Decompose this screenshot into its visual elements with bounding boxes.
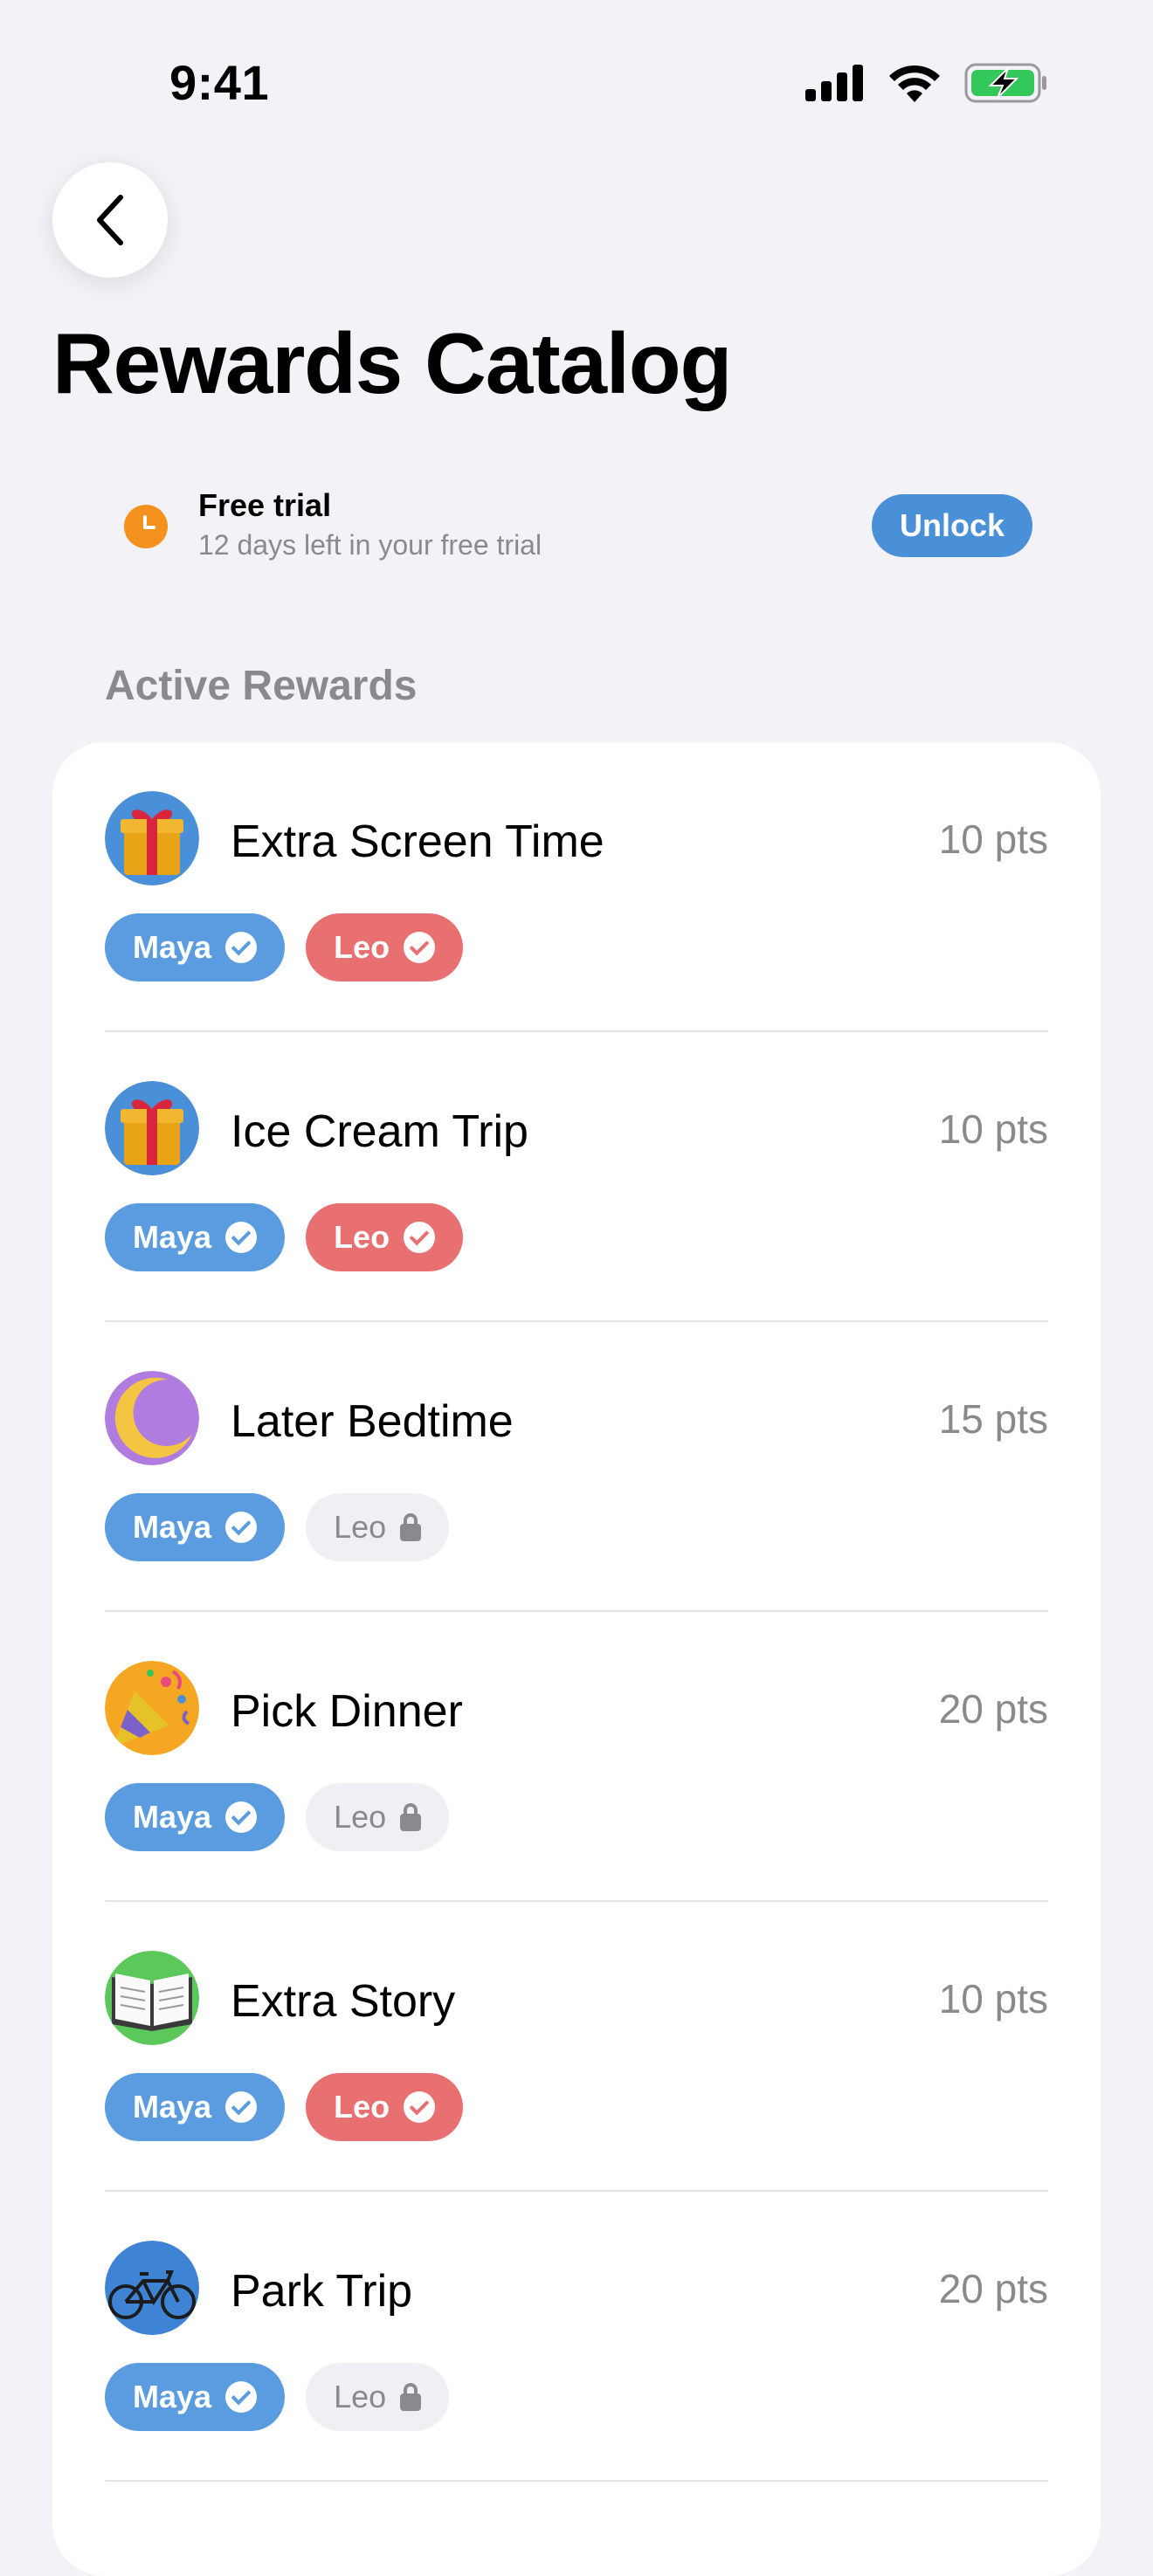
reward-points: 10 pts xyxy=(938,816,1048,862)
cellular-signal-icon xyxy=(805,65,863,101)
status-bar: 9:41 xyxy=(0,0,1153,166)
checkmark-icon xyxy=(225,1222,258,1253)
reward-row[interactable]: Extra Story 10 pts Maya Leo xyxy=(52,1902,1101,2192)
kid-chip-leo[interactable]: Leo xyxy=(306,913,464,981)
chevron-left-icon xyxy=(97,195,123,245)
unlock-button[interactable]: Unlock xyxy=(872,494,1032,557)
kid-name: Maya xyxy=(133,1219,212,1255)
reward-row[interactable]: Park Trip 20 pts Maya Leo xyxy=(52,2192,1101,2482)
wifi-icon xyxy=(889,65,940,102)
reward-points: 20 pts xyxy=(938,1686,1048,1732)
kid-name: Leo xyxy=(334,1509,387,1545)
reward-points: 10 pts xyxy=(938,1976,1048,2022)
kid-chip-leo[interactable]: Leo xyxy=(306,1203,464,1271)
reward-title: Ice Cream Trip xyxy=(231,1106,528,1157)
checkmark-icon xyxy=(404,1222,436,1253)
reward-row[interactable]: Ice Cream Trip 10 pts Maya Leo xyxy=(52,1032,1101,1322)
reward-row[interactable]: Extra Screen Time 10 pts Maya Leo xyxy=(52,742,1101,1032)
reward-points: 10 pts xyxy=(938,1106,1048,1152)
kid-name: Leo xyxy=(334,2379,387,2414)
reward-row[interactable]: Pick Dinner 20 pts Maya Leo xyxy=(52,1612,1101,1902)
clock-icon xyxy=(124,505,168,548)
status-time: 9:41 xyxy=(169,55,270,110)
kid-name: Maya xyxy=(133,2089,212,2125)
kid-chip-leo[interactable]: Leo xyxy=(306,2363,450,2431)
kid-chip-leo[interactable]: Leo xyxy=(306,2073,464,2141)
kid-name: Maya xyxy=(133,1509,212,1545)
kid-chip-maya[interactable]: Maya xyxy=(105,1493,286,1561)
reward-title: Pick Dinner xyxy=(231,1686,463,1737)
battery-charging-icon xyxy=(964,63,1046,103)
book-icon xyxy=(105,1951,199,2045)
checkmark-icon xyxy=(225,2381,258,2413)
kid-name: Leo xyxy=(334,1799,387,1835)
reward-title: Park Trip xyxy=(231,2266,413,2317)
checkmark-icon xyxy=(225,2091,258,2123)
trial-title: Free trial xyxy=(198,487,332,523)
lock-icon xyxy=(400,1803,422,1831)
checkmark-icon xyxy=(225,1512,258,1543)
kid-name: Maya xyxy=(133,1799,212,1835)
reward-row[interactable]: Later Bedtime 15 pts Maya Leo xyxy=(52,1322,1101,1612)
reward-points: 15 pts xyxy=(938,1396,1048,1442)
kid-name: Leo xyxy=(334,2089,390,2125)
back-button[interactable] xyxy=(52,162,168,278)
party-popper-icon xyxy=(105,1661,199,1755)
kid-chip-maya[interactable]: Maya xyxy=(105,913,286,981)
status-icons xyxy=(805,63,1048,103)
trial-subtitle: 12 days left in your free trial xyxy=(198,529,542,561)
kid-name: Leo xyxy=(334,929,390,965)
reward-points: 20 pts xyxy=(938,2266,1048,2311)
kid-chip-maya[interactable]: Maya xyxy=(105,1783,286,1851)
rewards-list: Extra Screen Time 10 pts Maya Leo Ice Cr… xyxy=(52,742,1101,2576)
lock-icon xyxy=(400,2383,422,2411)
checkmark-icon xyxy=(225,1801,258,1833)
checkmark-icon xyxy=(225,932,258,963)
checkmark-icon xyxy=(404,2091,436,2123)
gift-icon xyxy=(105,791,199,885)
kid-name: Maya xyxy=(133,2379,212,2414)
reward-title: Later Bedtime xyxy=(231,1396,514,1447)
lock-icon xyxy=(400,1513,422,1541)
kid-name: Maya xyxy=(133,929,212,965)
divider xyxy=(105,2480,1048,2482)
kid-name: Leo xyxy=(334,1219,390,1255)
page-title: Rewards Catalog xyxy=(52,315,732,411)
free-trial-banner: Free trial 12 days left in your free tri… xyxy=(105,479,1032,575)
reward-title: Extra Story xyxy=(231,1976,456,2027)
reward-title: Extra Screen Time xyxy=(231,816,604,867)
kid-chip-maya[interactable]: Maya xyxy=(105,1203,286,1271)
checkmark-icon xyxy=(404,932,436,963)
kid-chip-leo[interactable]: Leo xyxy=(306,1783,450,1851)
kid-chip-maya[interactable]: Maya xyxy=(105,2363,286,2431)
bicycle-icon xyxy=(105,2241,199,2335)
kid-chip-leo[interactable]: Leo xyxy=(306,1493,450,1561)
kid-chip-maya[interactable]: Maya xyxy=(105,2073,286,2141)
moon-icon xyxy=(105,1371,199,1465)
gift-icon xyxy=(105,1081,199,1175)
section-header-active-rewards: Active Rewards xyxy=(105,663,418,709)
